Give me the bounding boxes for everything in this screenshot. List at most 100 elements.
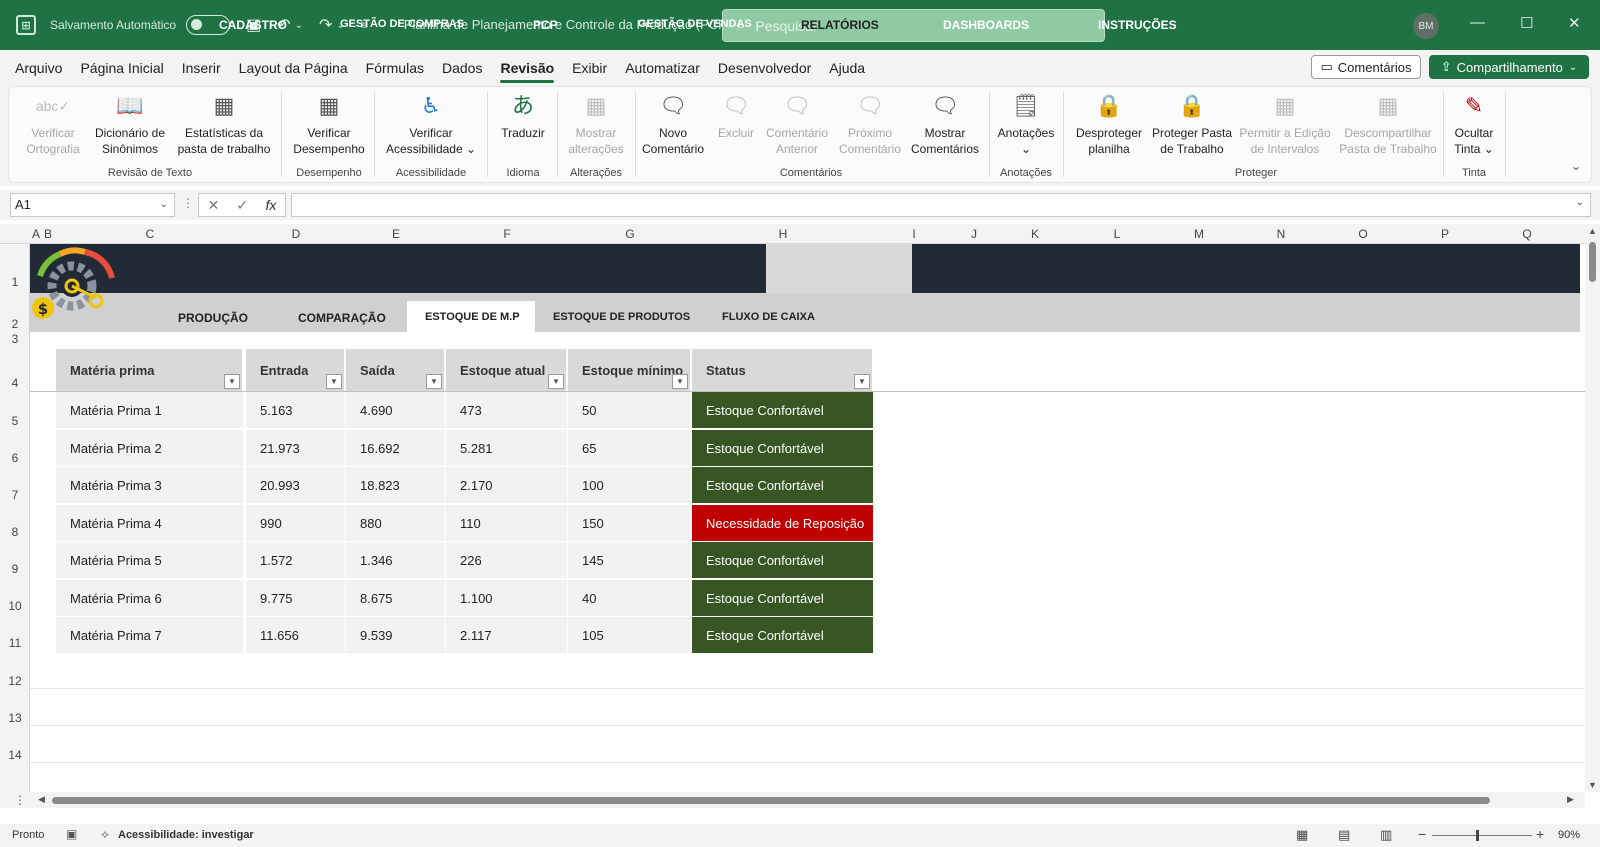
translate-button[interactable]: あ Traduzir — [493, 91, 553, 141]
column-header[interactable]: E — [346, 227, 446, 241]
column-header[interactable]: N — [1240, 227, 1322, 241]
formula-input[interactable]: ⌄ — [291, 193, 1591, 217]
horizontal-scrollbar[interactable]: ⋮ ◀ ▶ — [0, 792, 1585, 808]
nav-instrucoes[interactable]: INSTRUÇÕES — [1098, 18, 1177, 32]
cell-saida[interactable]: 9.539 — [346, 617, 446, 654]
comments-button[interactable]: ▭ Comentários — [1311, 55, 1421, 79]
expand-formula-icon[interactable]: ⌄ — [1576, 197, 1584, 208]
next-comment-button[interactable]: 🗨 Próximo Comentário — [835, 91, 905, 157]
new-comment-button[interactable]: 🗨 Novo Comentário — [639, 91, 707, 157]
column-header[interactable]: F — [446, 227, 568, 241]
show-changes-button[interactable]: ▦ Mostrar alterações — [561, 91, 631, 157]
cell-estoque-minimo[interactable]: 40 — [568, 579, 692, 617]
column-header[interactable]: G — [568, 227, 692, 241]
nav-dashboards[interactable]: DASHBOARDS — [943, 18, 1029, 32]
more-options-icon[interactable]: ⋮ — [182, 196, 194, 210]
insert-function-icon[interactable]: fx — [265, 197, 276, 213]
cell-entrada[interactable]: 1.572 — [246, 542, 346, 579]
scroll-up-icon[interactable]: ▲ — [1588, 226, 1597, 236]
sheet-options-icon[interactable]: ⋮ — [14, 793, 26, 807]
cell-materia-prima[interactable]: Matéria Prima 5 — [56, 542, 244, 579]
row-header[interactable]: 6 — [0, 451, 30, 465]
vertical-scrollbar[interactable]: ▲ ▼ — [1585, 224, 1600, 792]
notes-button[interactable]: 🗒 Anotações ⌄ — [993, 91, 1059, 157]
column-header[interactable]: C — [54, 227, 246, 241]
column-header[interactable]: H — [692, 227, 874, 241]
cell-status[interactable]: Estoque Confortável — [692, 467, 874, 504]
row-header[interactable]: 5 — [0, 414, 30, 428]
show-comments-button[interactable]: 🗨 Mostrar Comentários — [907, 91, 983, 157]
horizontal-scroll-thumb[interactable] — [52, 797, 1490, 804]
enter-icon[interactable]: ✓ — [237, 197, 249, 214]
cell-status[interactable]: Estoque Confortável — [692, 542, 874, 579]
scroll-left-icon[interactable]: ◀ — [38, 794, 45, 805]
cell-status[interactable]: Estoque Confortável — [692, 392, 874, 429]
cell-saida[interactable]: 4.690 — [346, 392, 446, 429]
name-box[interactable]: A1 ⌄ — [10, 193, 175, 217]
row-header[interactable]: 13 — [0, 711, 30, 725]
column-header[interactable]: M — [1158, 227, 1240, 241]
column-header[interactable]: K — [994, 227, 1076, 241]
column-header[interactable]: L — [1076, 227, 1158, 241]
macro-icon[interactable]: ▣ — [66, 827, 77, 841]
allow-edit-ranges-button[interactable]: ▦ Permitir a Edição de Intervalos — [1235, 91, 1335, 157]
column-header[interactable]: J — [954, 227, 994, 241]
column-header[interactable]: Q — [1486, 227, 1568, 241]
menu-layout[interactable]: Layout da Página — [239, 60, 348, 76]
nav-pcp[interactable]: PCP — [533, 18, 558, 32]
cell-entrada[interactable]: 20.993 — [246, 467, 346, 504]
cell-estoque-minimo[interactable]: 150 — [568, 504, 692, 542]
protect-workbook-button[interactable]: 🔒 Proteger Pasta de Trabalho — [1149, 91, 1235, 157]
share-button[interactable]: ⇪ Compartilhamento ⌄ — [1429, 55, 1589, 79]
cell-materia-prima[interactable]: Matéria Prima 2 — [56, 429, 244, 467]
cell-estoque-minimo[interactable]: 65 — [568, 429, 692, 467]
column-header[interactable]: A — [30, 227, 42, 241]
cell-materia-prima[interactable]: Matéria Prima 4 — [56, 504, 244, 542]
zoom-out-icon[interactable]: − — [1418, 826, 1426, 842]
menu-inserir[interactable]: Inserir — [182, 60, 221, 76]
menu-dados[interactable]: Dados — [442, 60, 482, 76]
cell-entrada[interactable]: 5.163 — [246, 392, 346, 429]
row-header[interactable]: 9 — [0, 562, 30, 576]
cell-estoque-minimo[interactable]: 100 — [568, 467, 692, 504]
menu-pagina-inicial[interactable]: Página Inicial — [80, 60, 163, 76]
subnav-estoque-produtos[interactable]: ESTOQUE DE PRODUTOS — [553, 311, 690, 323]
menu-desenvolvedor[interactable]: Desenvolvedor — [718, 60, 811, 76]
workbook-stats-button[interactable]: ▦ Estatísticas da pasta de trabalho — [169, 91, 279, 157]
thesaurus-button[interactable]: 📖 Dicionário de Sinônimos — [89, 91, 171, 157]
subnav-estoque-mp[interactable]: ESTOQUE DE M.P — [425, 311, 520, 323]
row-header[interactable]: 4 — [0, 376, 30, 390]
nav-cadastro[interactable]: CADASTRO — [219, 18, 287, 32]
subnav-comparacao[interactable]: COMPARAÇÃO — [298, 311, 386, 325]
scroll-down-icon[interactable]: ▼ — [1588, 780, 1597, 790]
nav-relatorios[interactable]: RELATÓRIOS — [801, 18, 879, 32]
cell-saida[interactable]: 880 — [346, 504, 446, 542]
zoom-slider-thumb[interactable] — [1476, 830, 1479, 841]
cell-status[interactable]: Estoque Confortável — [692, 429, 874, 467]
check-performance-button[interactable]: ▦ Verificar Desempenho — [291, 91, 367, 157]
search-box[interactable]: ⌕ Pesquisar — [722, 9, 1105, 42]
row-header[interactable]: 2 — [0, 317, 30, 331]
redo-icon[interactable]: ↷ — [319, 15, 332, 35]
row-header[interactable]: 3 — [0, 332, 30, 346]
cell-estoque-minimo[interactable]: 50 — [568, 392, 692, 429]
row-header[interactable]: 10 — [0, 599, 30, 613]
menu-ajuda[interactable]: Ajuda — [829, 60, 865, 76]
menu-formulas[interactable]: Fórmulas — [366, 60, 424, 76]
menu-arquivo[interactable]: Arquivo — [15, 60, 62, 76]
scroll-right-icon[interactable]: ▶ — [1567, 794, 1574, 805]
cell-estoque-atual[interactable]: 2.170 — [446, 467, 568, 504]
close-icon[interactable]: ✕ — [1568, 14, 1581, 32]
cell-estoque-atual[interactable]: 1.100 — [446, 579, 568, 617]
filter-dropdown-icon[interactable]: ▼ — [224, 374, 240, 389]
subnav-producao[interactable]: PRODUÇÃO — [178, 311, 248, 325]
menu-exibir[interactable]: Exibir — [572, 60, 607, 76]
zoom-in-icon[interactable]: + — [1536, 826, 1544, 842]
row-header[interactable]: 1 — [0, 275, 30, 289]
cell-estoque-atual[interactable]: 473 — [446, 392, 568, 429]
unshare-workbook-button[interactable]: ▦ Descompartilhar Pasta de Trabalho — [1335, 91, 1441, 157]
zoom-slider[interactable] — [1432, 835, 1532, 836]
row-header[interactable]: 14 — [0, 748, 30, 762]
cell-status[interactable]: Estoque Confortável — [692, 617, 874, 654]
filter-dropdown-icon[interactable]: ▼ — [854, 374, 870, 389]
